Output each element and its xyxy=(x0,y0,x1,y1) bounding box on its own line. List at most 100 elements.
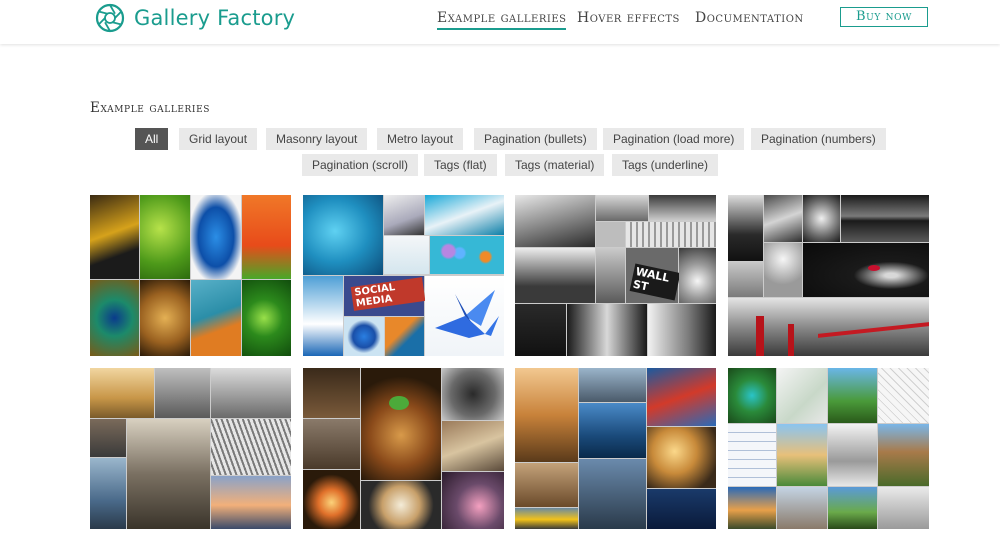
starfish-photo xyxy=(191,280,241,356)
gallery-thumb-nature[interactable] xyxy=(90,195,291,356)
red-bridge-photo xyxy=(728,298,929,356)
filter-pagination-numbers[interactable]: Pagination (numbers) xyxy=(751,128,886,150)
grey-city-photo xyxy=(155,368,210,418)
copper-mug-photo xyxy=(361,368,441,480)
lizard-eye-photo xyxy=(242,280,291,356)
skyscrapers-photo xyxy=(127,419,210,529)
filter-grid-layout[interactable]: Grid layout xyxy=(179,128,258,150)
gallery-thumb-art[interactable] xyxy=(728,195,929,356)
orange-frog-photo xyxy=(242,195,291,279)
aerial-resort-photo xyxy=(728,368,776,423)
gallery-thumb-objects[interactable]: SOCIAL MEDIA xyxy=(303,195,504,356)
lakeside-photo xyxy=(828,487,877,529)
top-header: Gallery Factory Example galleries Hover … xyxy=(0,0,1000,44)
white-wall-photo xyxy=(384,236,429,274)
wooden-table-photo xyxy=(303,419,360,469)
airplane-photo xyxy=(515,195,595,247)
filter-pagination-bullets[interactable]: Pagination (bullets) xyxy=(474,128,597,150)
horses-photo xyxy=(764,195,802,242)
notebook-camera-photo xyxy=(442,421,504,471)
red-lips-photo xyxy=(803,243,929,297)
filter-tags-material[interactable]: Tags (material) xyxy=(505,154,605,176)
brand-name[interactable]: Gallery Factory xyxy=(134,6,295,30)
yellow-taxi-photo xyxy=(515,508,578,529)
dandelion-photo xyxy=(764,243,802,297)
sketch-green-photo xyxy=(777,368,827,423)
peacock-photo xyxy=(90,280,139,356)
laptop-photo xyxy=(596,195,648,221)
crowd-photo xyxy=(90,419,126,457)
gallery-thumb-food[interactable] xyxy=(303,368,504,529)
filter-metro-layout[interactable]: Metro layout xyxy=(377,128,464,150)
gallery-thumb-cities[interactable] xyxy=(90,368,291,529)
paper-shapes-photo xyxy=(385,317,424,356)
chess-piece-photo xyxy=(515,304,566,356)
gallery-thumb-architecture[interactable] xyxy=(728,368,929,529)
blue-butterfly-photo xyxy=(191,195,241,279)
coffee-cup-photo xyxy=(361,481,441,529)
flowers-photo xyxy=(728,262,763,297)
gallery-thumb-business[interactable]: WALL ST xyxy=(515,195,716,356)
modern-block-photo xyxy=(777,487,827,529)
paper-crane-icon xyxy=(435,290,499,338)
notebook-spiral-photo xyxy=(626,222,716,247)
aperture-logo-icon[interactable] xyxy=(95,3,125,33)
blueprint-sketch-photo xyxy=(878,368,929,423)
filter-tags-underline[interactable]: Tags (underline) xyxy=(612,154,719,176)
nav-example-galleries[interactable]: Example galleries xyxy=(437,10,567,30)
red-sculpture-photo xyxy=(647,368,716,426)
glass-tower-photo xyxy=(579,403,646,458)
grey-building-photo xyxy=(878,487,929,529)
books-photo xyxy=(384,195,424,235)
wall-st-sign-photo: WALL ST xyxy=(626,248,681,303)
blue-face-photo xyxy=(303,195,383,275)
social-media-photo: SOCIAL MEDIA xyxy=(344,276,426,316)
bridge-cables-photo xyxy=(211,419,291,475)
office-photo xyxy=(596,222,625,247)
balloons-starfish-photo xyxy=(430,236,504,274)
empire-state-photo xyxy=(515,368,578,462)
white-horse-photo xyxy=(728,195,763,261)
butterfly-photo xyxy=(344,317,384,356)
keyboard-photo xyxy=(649,195,716,221)
villa-photo xyxy=(777,424,827,486)
bridge-deck xyxy=(818,322,929,338)
sunset-city-photo xyxy=(211,476,291,529)
green-leaf-photo xyxy=(140,195,190,279)
building-photo xyxy=(596,248,625,303)
park-photo xyxy=(828,368,877,423)
santorini-photo xyxy=(303,276,343,356)
brooklyn-bridge-photo xyxy=(515,463,578,507)
binoculars-photo xyxy=(211,368,291,418)
handshake-photo xyxy=(567,304,647,356)
origami-crane-photo xyxy=(425,276,504,356)
apartments-photo xyxy=(878,424,929,486)
filter-masonry-layout[interactable]: Masonry layout xyxy=(266,128,368,150)
coffee-cup-photo xyxy=(679,248,716,303)
blue-room-photo xyxy=(425,195,504,235)
filter-pagination-scroll[interactable]: Pagination (scroll) xyxy=(302,154,419,176)
blue-skyline-photo xyxy=(90,458,126,529)
vinyl-record-photo xyxy=(442,368,504,420)
section-title: Example galleries xyxy=(90,100,211,116)
city-reflection-photo xyxy=(841,195,929,242)
toucan-photo xyxy=(90,195,139,279)
filter-pagination-load-more[interactable]: Pagination (load more) xyxy=(603,128,745,150)
filter-tags-flat[interactable]: Tags (flat) xyxy=(424,154,497,176)
nav-documentation[interactable]: Documentation xyxy=(695,10,804,26)
bridge-tower-right xyxy=(788,324,794,356)
social-media-text: SOCIAL MEDIA xyxy=(350,277,426,311)
campfire-photo xyxy=(303,470,360,529)
cafe-interior-photo xyxy=(303,368,360,418)
evening-building-photo xyxy=(728,487,776,529)
buy-now-button[interactable]: Buy now xyxy=(840,7,928,27)
leopard-photo xyxy=(140,280,190,356)
wall-st-text: WALL ST xyxy=(629,263,681,301)
night-city-photo xyxy=(647,489,716,529)
filter-all[interactable]: All xyxy=(135,128,169,150)
gallery-thumb-urban[interactable] xyxy=(515,368,716,529)
nav-hover-effects[interactable]: Hover effects xyxy=(577,10,680,26)
red-lips-detail xyxy=(868,265,880,271)
street-sunset-photo xyxy=(647,427,716,488)
wall-st-blue-photo xyxy=(579,459,646,529)
